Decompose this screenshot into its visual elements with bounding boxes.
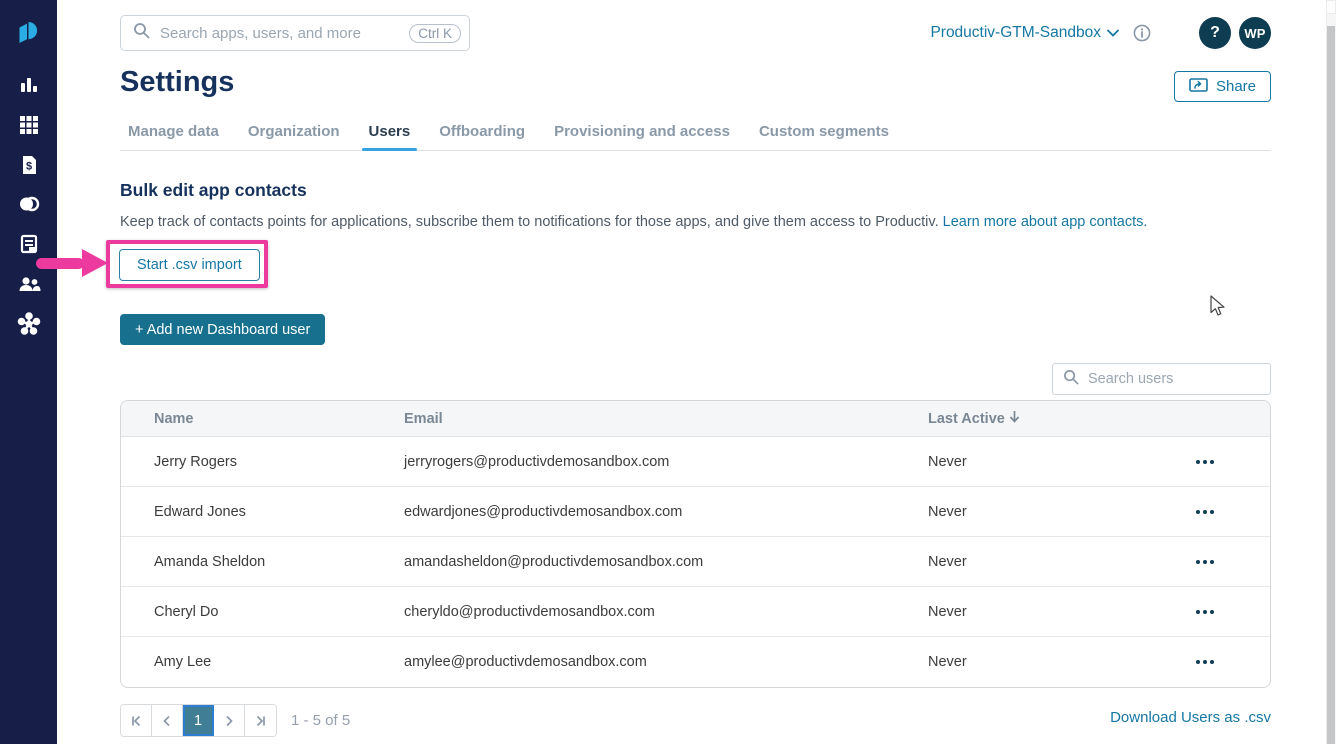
user-name-cell: Amy Lee [154, 654, 212, 670]
sort-descending-icon [1009, 410, 1020, 427]
table-row[interactable]: Edward Jones edwardjones@productivdemosa… [121, 487, 1270, 537]
user-name-cell: Amanda Sheldon [154, 553, 266, 570]
bulk-description-text: Keep track of contacts points for applic… [120, 214, 943, 230]
add-dashboard-user-button[interactable]: + Add new Dashboard user [120, 314, 326, 345]
tab-provisioning-and-access[interactable]: Provisioning and access [554, 119, 730, 150]
current-page-button[interactable]: 1 [183, 705, 214, 736]
table-row[interactable]: Jerry Rogers jerryrogers@productivdemosa… [121, 437, 1270, 487]
user-last-active-cell: Never [928, 553, 967, 570]
table-row[interactable]: Amanda Sheldon amandasheldon@productivde… [121, 537, 1270, 587]
bulk-edit-heading: Bulk edit app contacts [120, 180, 307, 200]
row-actions-menu-icon[interactable] [1190, 504, 1220, 520]
info-icon[interactable] [1133, 24, 1151, 42]
settings-page: $ Search apps, users, and more Ctrl K Pr… [0, 0, 1336, 744]
user-email-cell: cheryldo@productivdemosandbox.com [404, 603, 655, 620]
row-actions-menu-icon[interactable] [1190, 604, 1220, 620]
scrollbar-up-arrow[interactable] [1326, 0, 1336, 14]
pagination-range: 1 - 5 of 5 [291, 712, 351, 729]
share-button[interactable]: Share [1173, 71, 1271, 102]
tab-offboarding[interactable]: Offboarding [439, 119, 525, 150]
row-actions-menu-icon[interactable] [1190, 454, 1220, 470]
users-table-body: Jerry Rogers jerryrogers@productivdemosa… [121, 437, 1270, 687]
user-email-cell: amandasheldon@productivdemosandbox.com [404, 553, 704, 570]
search-users-input[interactable]: Search users [1052, 363, 1271, 395]
search-icon [133, 22, 150, 44]
teams-people-icon[interactable] [16, 271, 42, 297]
learn-more-link[interactable]: Learn more about app contacts. [943, 214, 1148, 230]
user-last-active-cell: Never [928, 503, 967, 520]
overlap-venn-icon[interactable] [16, 191, 42, 217]
global-search-placeholder: Search apps, users, and more [160, 24, 361, 42]
bulk-edit-description: Keep track of contacts points for applic… [120, 214, 1147, 230]
tab-manage-data[interactable]: Manage data [128, 119, 219, 150]
integrations-asterisk-icon[interactable] [16, 311, 42, 337]
page-title: Settings [120, 66, 235, 98]
next-page-button[interactable] [214, 705, 245, 736]
users-table: Name Email Last Active Jerry Rogers jerr… [120, 400, 1271, 688]
search-icon [1063, 369, 1079, 390]
contracts-ledger-icon[interactable] [16, 231, 42, 257]
first-page-button[interactable] [121, 705, 152, 736]
global-search-input[interactable]: Search apps, users, and more Ctrl K [120, 15, 470, 51]
share-icon [1189, 77, 1208, 96]
pagination: 1 1 - 5 of 5 [120, 704, 350, 737]
user-email-cell: amylee@productivdemosandbox.com [404, 654, 647, 670]
last-page-button[interactable] [245, 705, 276, 736]
search-users-placeholder: Search users [1088, 371, 1174, 387]
start-csv-import-button[interactable]: Start .csv import [119, 249, 260, 281]
workspace-selector[interactable]: Productiv-GTM-Sandbox [930, 24, 1119, 42]
spend-document-icon[interactable]: $ [16, 152, 42, 178]
sidebar: $ [0, 0, 57, 744]
column-header-name[interactable]: Name [121, 411, 404, 427]
user-last-active-cell: Never [928, 603, 967, 620]
row-actions-menu-icon[interactable] [1190, 554, 1220, 570]
table-row[interactable]: Cheryl Do cheryldo@productivdemosandbox.… [121, 587, 1270, 637]
topbar-right: Productiv-GTM-Sandbox ? WP [930, 17, 1271, 49]
pagination-buttons: 1 [120, 704, 277, 737]
svg-text:$: $ [26, 161, 32, 173]
user-name-cell: Jerry Rogers [154, 453, 237, 470]
previous-page-button[interactable] [152, 705, 183, 736]
user-name-cell: Cheryl Do [154, 603, 219, 620]
tab-custom-segments[interactable]: Custom segments [759, 119, 889, 150]
user-last-active-cell: Never [928, 654, 967, 670]
user-last-active-cell: Never [928, 453, 967, 470]
avatar[interactable]: WP [1239, 17, 1271, 49]
table-row[interactable]: Amy Lee amylee@productivdemosandbox.com … [121, 637, 1270, 687]
workspace-name: Productiv-GTM-Sandbox [930, 24, 1101, 41]
productiv-logo-icon[interactable] [14, 18, 44, 48]
keyboard-shortcut-badge: Ctrl K [409, 23, 461, 43]
user-name-cell: Edward Jones [154, 503, 246, 520]
vertical-scrollbar[interactable] [1326, 0, 1336, 744]
users-table-header: Name Email Last Active [121, 401, 1270, 437]
row-actions-menu-icon[interactable] [1190, 654, 1220, 670]
scrollbar-thumb[interactable] [1327, 26, 1335, 744]
analytics-bar-chart-icon[interactable] [16, 72, 42, 98]
help-button[interactable]: ? [1199, 17, 1231, 49]
settings-tabs: Manage data Organization Users Offboardi… [120, 119, 1271, 151]
download-users-csv-link[interactable]: Download Users as .csv [1110, 709, 1271, 726]
column-header-last-active[interactable]: Last Active [928, 410, 1140, 427]
main-content: Search apps, users, and more Ctrl K Prod… [57, 0, 1326, 744]
user-email-cell: jerryrogers@productivdemosandbox.com [404, 453, 670, 470]
tab-organization[interactable]: Organization [248, 119, 340, 150]
user-email-cell: edwardjones@productivdemosandbox.com [404, 503, 683, 520]
chevron-down-icon [1107, 24, 1119, 42]
apps-grid-icon[interactable] [16, 112, 42, 138]
column-header-email[interactable]: Email [404, 411, 928, 427]
tab-users[interactable]: Users [361, 119, 417, 151]
share-label: Share [1215, 78, 1256, 95]
